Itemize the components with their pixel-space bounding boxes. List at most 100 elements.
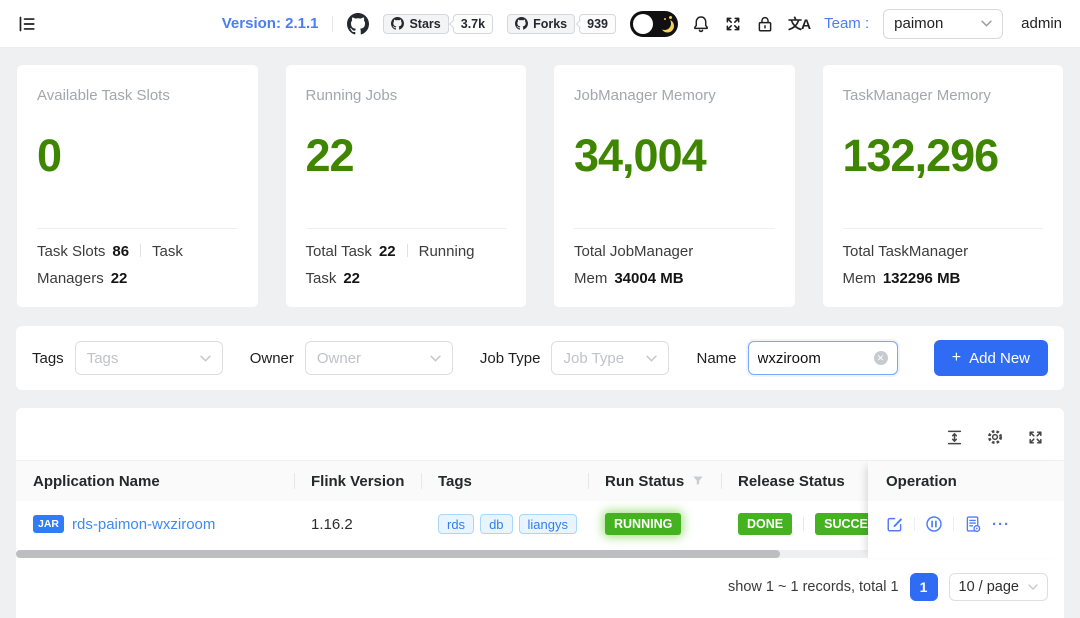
team-select-value: paimon <box>894 15 943 32</box>
cell-release-status: DONE SUCCESS <box>721 513 868 535</box>
edit-icon[interactable] <box>886 515 904 533</box>
horizontal-scrollbar[interactable] <box>16 550 868 558</box>
divider <box>332 16 333 32</box>
tags-filter-label: Tags <box>32 350 64 367</box>
add-new-button[interactable]: + Add New <box>934 340 1048 376</box>
github-mark-icon <box>515 17 528 30</box>
cell-run-status: RUNNING <box>588 513 721 535</box>
stat-footer-value: 132296 MB <box>883 270 961 287</box>
stat-footer-value: 22 <box>111 270 128 287</box>
header-right-cluster: Version: 2.1.1 Stars 3.7k Forks 939 <box>222 9 1062 39</box>
github-stars-widget[interactable]: Stars 3.7k <box>383 14 493 34</box>
cell-tags: rds db liangys <box>421 514 588 534</box>
github-forks-widget[interactable]: Forks 939 <box>507 14 616 34</box>
translate-icon[interactable]: 文A <box>788 14 810 34</box>
plus-icon: + <box>952 349 961 367</box>
tag-pill: db <box>480 514 512 534</box>
pagination-bar: show 1 ~ 1 records, total 1 1 10 / page <box>16 558 1064 616</box>
settings-gear-icon[interactable] <box>986 428 1004 446</box>
application-link[interactable]: rds-paimon-wxziroom <box>72 516 215 533</box>
stat-card-jobmanager-memory: JobManager Memory 34,004 Total JobManage… <box>553 64 796 308</box>
page-1-button[interactable]: 1 <box>910 573 938 601</box>
github-icon[interactable] <box>347 13 369 35</box>
more-actions-icon[interactable]: ··· <box>992 516 1010 533</box>
flink-version-value: 1.16.2 <box>311 516 353 533</box>
name-input[interactable] <box>758 350 858 367</box>
owner-select[interactable]: Owner <box>305 341 453 375</box>
divider <box>803 517 804 531</box>
page-size-value: 10 / page <box>959 579 1019 595</box>
column-header-flink-version[interactable]: Flink Version <box>294 461 421 501</box>
star-icon <box>664 18 666 20</box>
column-header-label: Run Status <box>605 473 684 490</box>
scrollbar-thumb[interactable] <box>16 550 780 558</box>
divider <box>37 228 238 229</box>
tags-select[interactable]: Tags <box>75 341 223 375</box>
clear-input-icon[interactable]: ✕ <box>874 351 888 365</box>
stat-footer-value: 34004 MB <box>614 270 683 287</box>
chevron-down-icon <box>200 355 211 362</box>
tag-pill: liangys <box>519 514 577 534</box>
job-type-badge: JAR <box>33 515 64 533</box>
top-header: Version: 2.1.1 Stars 3.7k Forks 939 <box>0 0 1080 48</box>
column-header-run-status[interactable]: Run Status <box>588 461 721 501</box>
column-header-release-status[interactable]: Release Status <box>721 461 868 501</box>
filter-funnel-icon[interactable] <box>692 475 704 487</box>
divider <box>953 517 954 531</box>
stat-footer: Task Slots86Task Managers22 <box>37 238 238 294</box>
detail-icon[interactable] <box>964 515 982 533</box>
bell-icon[interactable] <box>692 15 710 33</box>
table-area: Application Name Flink Version Tags Run … <box>16 460 1064 558</box>
pause-icon[interactable] <box>925 515 943 533</box>
stat-footer-label: Task Slots <box>37 243 105 260</box>
column-header-tags[interactable]: Tags <box>421 461 588 501</box>
stat-title: TaskManager Memory <box>843 87 1044 104</box>
name-filter-label: Name <box>696 350 736 367</box>
chevron-down-icon <box>430 355 441 362</box>
divider <box>843 228 1044 229</box>
run-status-badge: RUNNING <box>605 513 681 535</box>
stats-row: Available Task Slots 0 Task Slots86Task … <box>16 64 1064 308</box>
theme-toggle[interactable] <box>630 11 678 37</box>
lock-icon[interactable] <box>756 15 774 33</box>
stat-card-running-jobs: Running Jobs 22 Total Task22Running Task… <box>285 64 528 308</box>
page-size-select[interactable]: 10 / page <box>949 573 1048 601</box>
job-type-select[interactable]: Job Type <box>551 341 669 375</box>
chevron-down-icon <box>981 20 992 27</box>
job-type-select-placeholder: Job Type <box>563 350 624 367</box>
owner-filter-label: Owner <box>250 350 294 367</box>
divider <box>306 228 507 229</box>
stat-footer: Total TaskManager Mem132296 MB <box>843 238 1044 294</box>
stat-value: 22 <box>306 130 507 182</box>
table-fullscreen-icon[interactable] <box>1027 429 1044 446</box>
stars-button[interactable]: Stars <box>383 14 448 34</box>
column-header-label: Release Status <box>738 473 845 490</box>
table-row[interactable]: JAR rds-paimon-wxziroom 1.16.2 rds db li… <box>16 501 868 547</box>
github-mark-icon <box>391 17 404 30</box>
release-status-badge: DONE <box>738 513 792 535</box>
pagination-summary: show 1 ~ 1 records, total 1 <box>728 579 898 595</box>
column-header-label: Operation <box>886 473 957 490</box>
forks-button[interactable]: Forks <box>507 14 575 34</box>
stat-footer: Total JobManager Mem34004 MB <box>574 238 775 294</box>
menu-fold-icon[interactable] <box>18 15 36 33</box>
column-header-label: Application Name <box>33 473 160 490</box>
stars-count[interactable]: 3.7k <box>453 14 493 34</box>
row-height-icon[interactable] <box>946 429 963 446</box>
stars-label: Stars <box>409 17 440 31</box>
forks-count[interactable]: 939 <box>579 14 616 34</box>
applications-table-card: Application Name Flink Version Tags Run … <box>16 408 1064 618</box>
team-select[interactable]: paimon <box>883 9 1003 39</box>
table-header-row: Application Name Flink Version Tags Run … <box>16 461 868 501</box>
add-new-label: Add New <box>969 350 1030 367</box>
stat-value: 34,004 <box>574 130 775 182</box>
column-header-application-name[interactable]: Application Name <box>16 461 294 501</box>
current-user[interactable]: admin <box>1021 15 1062 32</box>
stat-footer-value: 86 <box>112 243 129 260</box>
chevron-down-icon <box>646 355 657 362</box>
tags-select-placeholder: Tags <box>87 350 119 367</box>
divider <box>407 244 408 257</box>
version-text: Version: 2.1.1 <box>222 15 319 32</box>
name-input-wrapper: ✕ <box>748 341 898 375</box>
fullscreen-icon[interactable] <box>724 15 742 33</box>
